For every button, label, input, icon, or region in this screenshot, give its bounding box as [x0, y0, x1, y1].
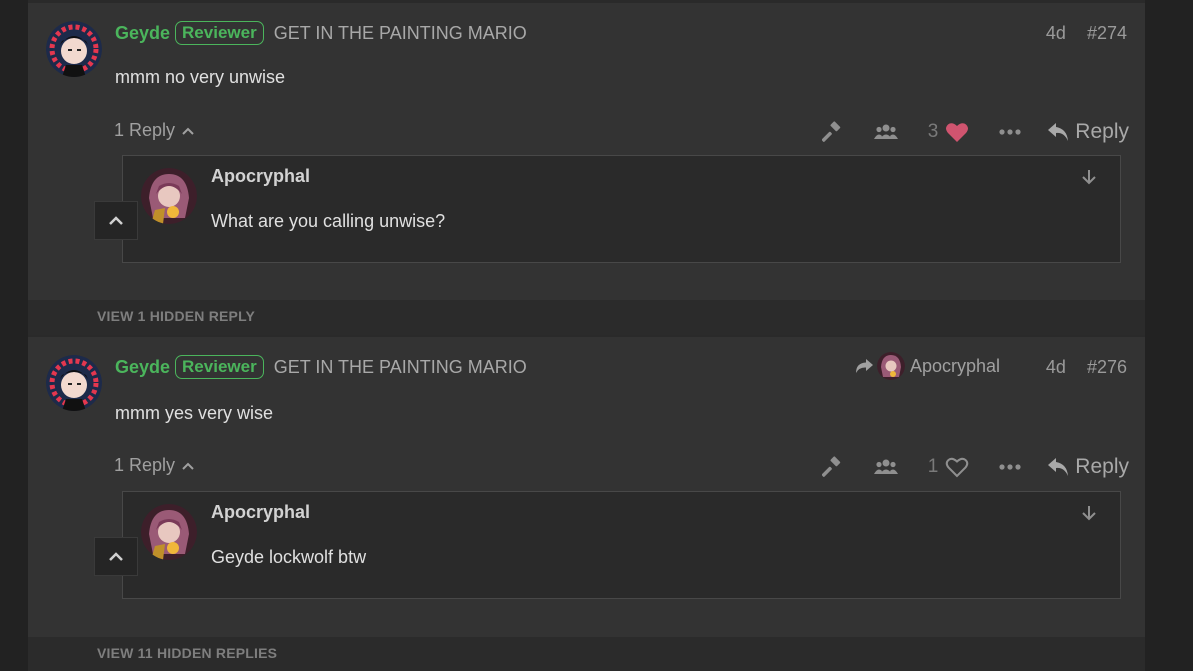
- arrow-down-icon[interactable]: [1080, 168, 1098, 191]
- post-number[interactable]: #274: [1087, 23, 1127, 44]
- post-meta: 4d #276: [1046, 354, 1127, 380]
- embedded-reply: Apocryphal Geyde lockwolf btw: [122, 491, 1121, 599]
- post-actions: 3 Reply: [821, 116, 1129, 148]
- view-hidden-replies-link[interactable]: VIEW 1 HIDDEN REPLY: [97, 308, 255, 324]
- view-hidden-replies-link[interactable]: VIEW 11 HIDDEN REPLIES: [97, 645, 277, 661]
- like-count: 1: [927, 456, 939, 477]
- ellipsis-icon[interactable]: [999, 129, 1021, 135]
- reply-to-tab[interactable]: Apocryphal: [854, 350, 1000, 382]
- replies-count-label: 1 Reply: [114, 455, 176, 475]
- hidden-replies-bar: VIEW 11 HIDDEN REPLIES: [28, 637, 1145, 671]
- reply-button[interactable]: Reply: [1047, 455, 1129, 479]
- hidden-replies-bar: VIEW 1 HIDDEN REPLY: [28, 300, 1145, 335]
- poster-info: Geyde Reviewer GET IN THE PAINTING MARIO: [115, 20, 527, 46]
- chevron-up-icon: [182, 127, 194, 135]
- post-number[interactable]: #276: [1087, 357, 1127, 378]
- users-icon[interactable]: [873, 458, 898, 476]
- chevron-up-icon: [109, 552, 123, 561]
- heart-icon[interactable]: [945, 121, 969, 143]
- reply-icon: [1048, 458, 1069, 476]
- show-replies-button[interactable]: 1 Reply: [114, 120, 195, 141]
- reply-to-username: Apocryphal: [910, 355, 1001, 376]
- post-date[interactable]: 4d: [1046, 23, 1066, 44]
- post-meta: 4d #274: [1046, 20, 1127, 46]
- user-title: GET IN THE PAINTING MARIO: [273, 356, 527, 377]
- heart-outline-icon[interactable]: [945, 456, 969, 478]
- reply-icon: [1048, 123, 1069, 141]
- embedded-reply: Apocryphal What are you calling unwise?: [122, 155, 1121, 263]
- post-actions: 1 Reply: [821, 451, 1129, 483]
- user-avatar[interactable]: [46, 21, 102, 77]
- user-title: GET IN THE PAINTING MARIO: [273, 22, 527, 43]
- reply-author-name[interactable]: Apocryphal: [211, 166, 310, 187]
- reply-label: Reply: [1075, 120, 1129, 143]
- post-content: mmm yes very wise: [115, 403, 274, 423]
- collapse-replies-button[interactable]: [94, 201, 138, 240]
- gavel-icon[interactable]: [821, 121, 844, 143]
- chevron-up-icon: [109, 216, 123, 225]
- topic-post: Geyde Reviewer GET IN THE PAINTING MARIO…: [28, 337, 1145, 637]
- reply-content: What are you calling unwise?: [211, 211, 446, 231]
- gavel-icon[interactable]: [821, 456, 844, 478]
- user-avatar[interactable]: [46, 355, 102, 411]
- reply-author-avatar[interactable]: [141, 504, 197, 560]
- topic-post: Geyde Reviewer GET IN THE PAINTING MARIO…: [28, 3, 1145, 300]
- username[interactable]: Geyde: [115, 357, 170, 378]
- show-replies-button[interactable]: 1 Reply: [114, 455, 195, 476]
- share-icon: [856, 359, 873, 373]
- username[interactable]: Geyde: [115, 23, 170, 44]
- post-controls: 1 Reply 3 Reply: [28, 116, 1145, 148]
- post-content: mmm no very unwise: [115, 67, 286, 87]
- reply-button[interactable]: Reply: [1047, 120, 1129, 144]
- reply-author-avatar[interactable]: [141, 168, 197, 224]
- post-date[interactable]: 4d: [1046, 357, 1066, 378]
- users-icon[interactable]: [873, 123, 898, 141]
- reply-content: Geyde lockwolf btw: [211, 547, 367, 567]
- collapse-replies-button[interactable]: [94, 537, 138, 576]
- post-controls: 1 Reply 1 Reply: [28, 451, 1145, 483]
- reply-label: Reply: [1075, 455, 1129, 478]
- poster-info: Geyde Reviewer GET IN THE PAINTING MARIO: [115, 354, 527, 380]
- reply-to-avatar: [877, 352, 905, 380]
- chevron-up-icon: [182, 462, 194, 470]
- replies-count-label: 1 Reply: [114, 120, 176, 140]
- ellipsis-icon[interactable]: [999, 464, 1021, 470]
- arrow-down-icon[interactable]: [1080, 504, 1098, 527]
- user-badge: Reviewer: [175, 21, 264, 45]
- user-badge: Reviewer: [175, 355, 264, 379]
- reply-author-name[interactable]: Apocryphal: [211, 502, 310, 523]
- like-count: 3: [927, 121, 939, 142]
